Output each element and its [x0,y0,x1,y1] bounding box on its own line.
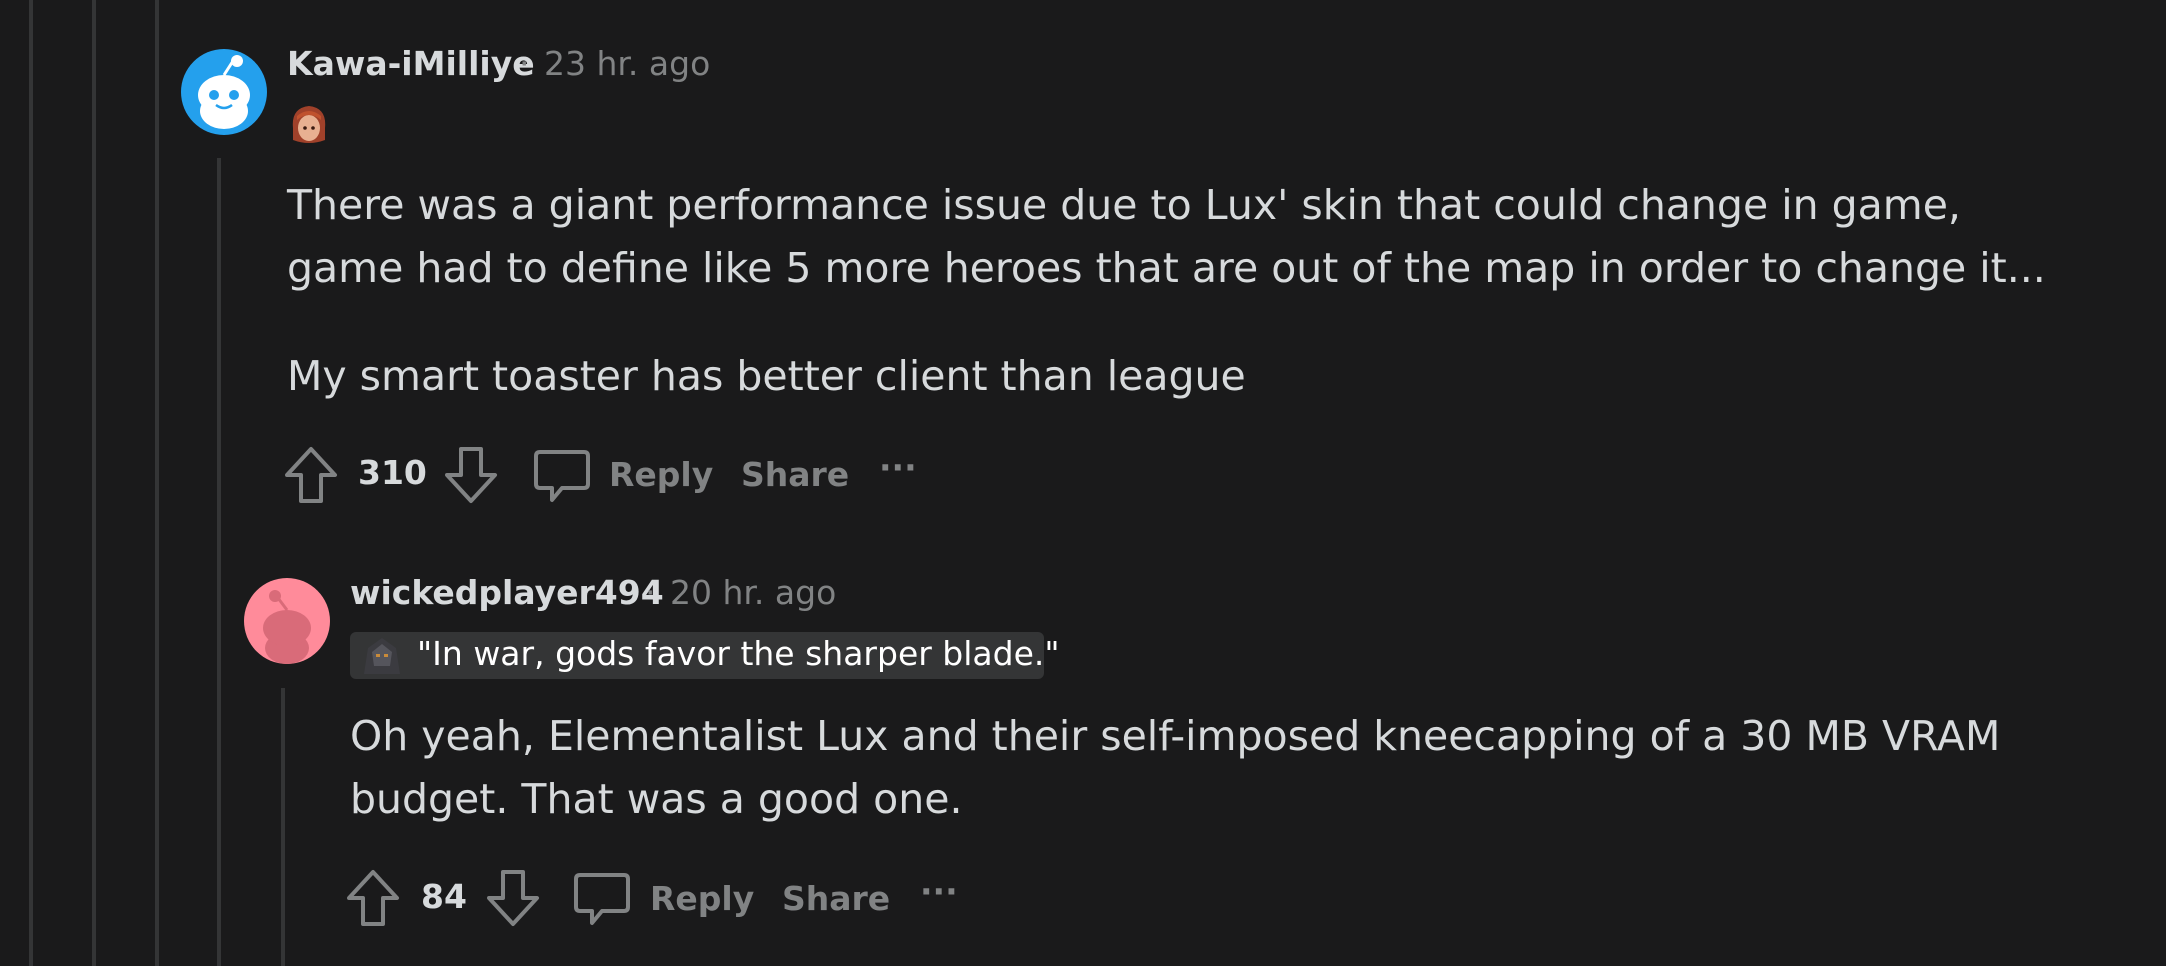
share-button[interactable]: Share [741,455,849,494]
reply-bubble-icon[interactable] [572,869,632,929]
reply-button[interactable]: Reply [609,455,713,494]
meta-separator: · [645,573,656,612]
timestamp[interactable]: 20 hr. ago [670,573,836,612]
upvote-icon[interactable] [282,445,340,505]
timestamp[interactable]: 23 hr. ago [544,44,710,83]
upvote-icon[interactable] [344,868,402,928]
thread-line-1[interactable] [29,0,33,966]
thread-line-2[interactable] [92,0,96,966]
reply-bubble-icon[interactable] [532,446,592,506]
thread-line-3[interactable] [155,0,159,966]
downvote-icon[interactable] [442,445,500,505]
snoo-avatar-icon [198,55,250,129]
meta-separator: · [519,44,530,83]
user-avatar[interactable] [244,578,330,664]
thread-line-4[interactable] [217,158,221,966]
comment-paragraph: There was a giant performance issue due … [287,181,2046,292]
username[interactable]: Kawa-iMilliye [287,44,535,83]
thread-line-5[interactable] [281,688,285,966]
username[interactable]: wickedplayer494 [350,573,664,612]
vote-score: 310 [358,453,427,492]
flair-text: "In war, gods favor the sharper blade." [417,634,1060,673]
snoo-avatar-icon [263,590,311,664]
more-options-button[interactable]: ··· [879,448,917,487]
comment-paragraph: Oh yeah, Elementalist Lux and their self… [350,712,2001,823]
user-avatar[interactable] [181,49,267,135]
reply-button[interactable]: Reply [650,879,754,918]
share-button[interactable]: Share [782,879,890,918]
vote-score: 84 [421,877,467,916]
flair-icon [360,634,404,678]
user-flair: "In war, gods favor the sharper blade." [350,632,1060,679]
downvote-icon[interactable] [484,868,542,928]
comment-paragraph: My smart toaster has better client than … [287,352,1246,400]
user-flair-icon [287,100,331,148]
more-options-button[interactable]: ··· [920,872,958,911]
